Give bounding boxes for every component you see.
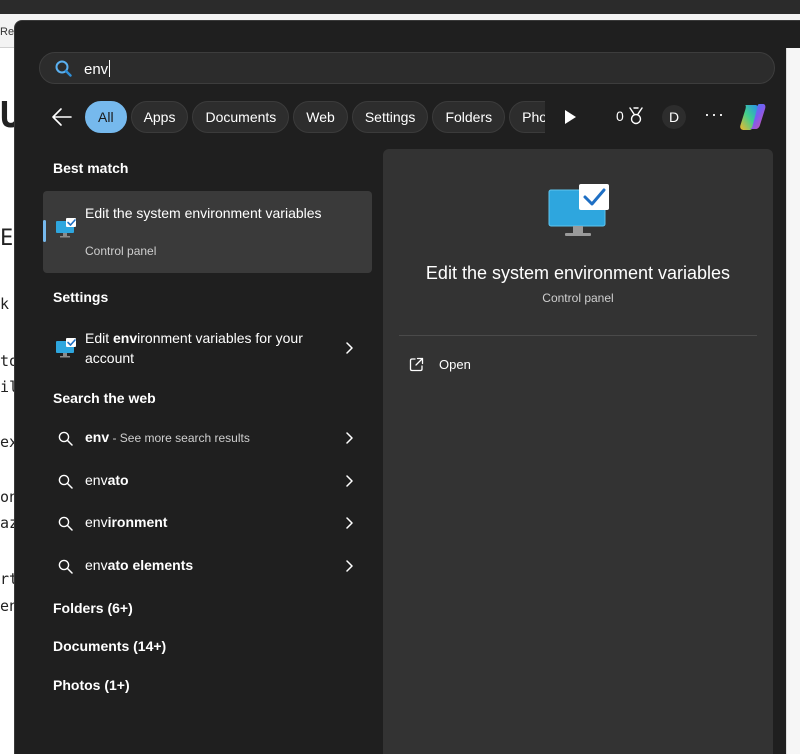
settings-result-item[interactable]: Edit environment variables for your acco…: [43, 323, 372, 373]
search-web-heading: Search the web: [53, 390, 156, 406]
more-options-icon[interactable]: ···: [704, 105, 724, 129]
filter-chip-settings[interactable]: Settings: [351, 101, 429, 133]
open-external-icon: [409, 357, 424, 372]
text-caret: [109, 60, 111, 77]
best-match-title: Edit the system environment variables: [85, 205, 322, 221]
photos-heading[interactable]: Photos (1+): [53, 677, 130, 693]
filter-bar: AllAppsDocumentsWebSettingsFoldersPhotos…: [15, 101, 800, 133]
chevron-right-icon[interactable]: [345, 432, 353, 444]
web-result-label: env - See more search results: [85, 429, 250, 445]
best-match-heading: Best match: [53, 160, 129, 176]
background-fragment: k: [0, 295, 10, 313]
best-match-result[interactable]: Edit the system environment variables Co…: [43, 191, 372, 273]
web-result-item[interactable]: env - See more search results: [43, 418, 372, 458]
search-icon: [58, 516, 73, 531]
filter-chip-apps[interactable]: Apps: [130, 101, 189, 133]
filter-chip-all[interactable]: All: [85, 101, 127, 133]
search-icon: [58, 559, 73, 574]
divider: [399, 335, 757, 336]
chevron-right-icon[interactable]: [345, 475, 353, 487]
filter-chip-documents[interactable]: Documents: [192, 101, 290, 133]
play-icon[interactable]: [563, 109, 577, 125]
documents-heading[interactable]: Documents (14+): [53, 638, 166, 654]
best-match-subtitle: Control panel: [85, 244, 157, 258]
web-result-item[interactable]: environment: [43, 503, 372, 543]
web-result-label: envato: [85, 472, 129, 488]
open-label: Open: [439, 357, 471, 372]
monitor-check-icon: [56, 338, 76, 358]
preview-subtitle: Control panel: [542, 291, 614, 305]
selection-indicator: [43, 220, 46, 242]
web-result-item[interactable]: envato: [43, 461, 372, 501]
rewards-points[interactable]: 0: [616, 108, 624, 124]
search-icon: [58, 431, 73, 446]
filter-chip-web[interactable]: Web: [293, 101, 348, 133]
search-icon: [58, 474, 73, 489]
settings-heading: Settings: [53, 289, 109, 305]
filter-chips: AllAppsDocumentsWebSettingsFoldersPhotos: [85, 101, 545, 133]
chevron-right-icon[interactable]: [345, 560, 353, 572]
web-result-item[interactable]: envato elements: [43, 546, 372, 586]
filter-chip-folders[interactable]: Folders: [432, 101, 506, 133]
background-title-bar: [0, 0, 800, 14]
settings-result-label: Edit environment variables for your acco…: [85, 330, 303, 366]
search-input-value[interactable]: env: [84, 60, 111, 78]
search-icon: [55, 60, 72, 77]
chevron-right-icon[interactable]: [345, 517, 353, 529]
folders-heading[interactable]: Folders (6+): [53, 600, 133, 616]
web-result-label: environment: [85, 514, 168, 530]
background-fragment: E: [0, 226, 14, 251]
background-scrollbar: [786, 48, 800, 754]
monitor-check-icon: [548, 184, 609, 236]
search-flyout: env All Apps Documents Web Settings Folders Ph…: [14, 20, 800, 754]
monitor-check-icon: [56, 218, 76, 238]
preview-title: Edit the system environment variables: [425, 263, 731, 283]
back-arrow-icon[interactable]: [51, 107, 73, 127]
copilot-icon[interactable]: [736, 101, 768, 133]
chevron-right-icon[interactable]: [345, 342, 353, 354]
web-result-label: envato elements: [85, 557, 194, 573]
search-input[interactable]: env: [39, 52, 775, 84]
avatar[interactable]: D: [662, 105, 686, 129]
preview-pane: Edit the system environment variables Co…: [383, 149, 773, 754]
open-button[interactable]: Open: [409, 354, 529, 378]
filter-chip-photos[interactable]: Photos: [509, 101, 545, 133]
medal-icon[interactable]: [628, 107, 644, 125]
